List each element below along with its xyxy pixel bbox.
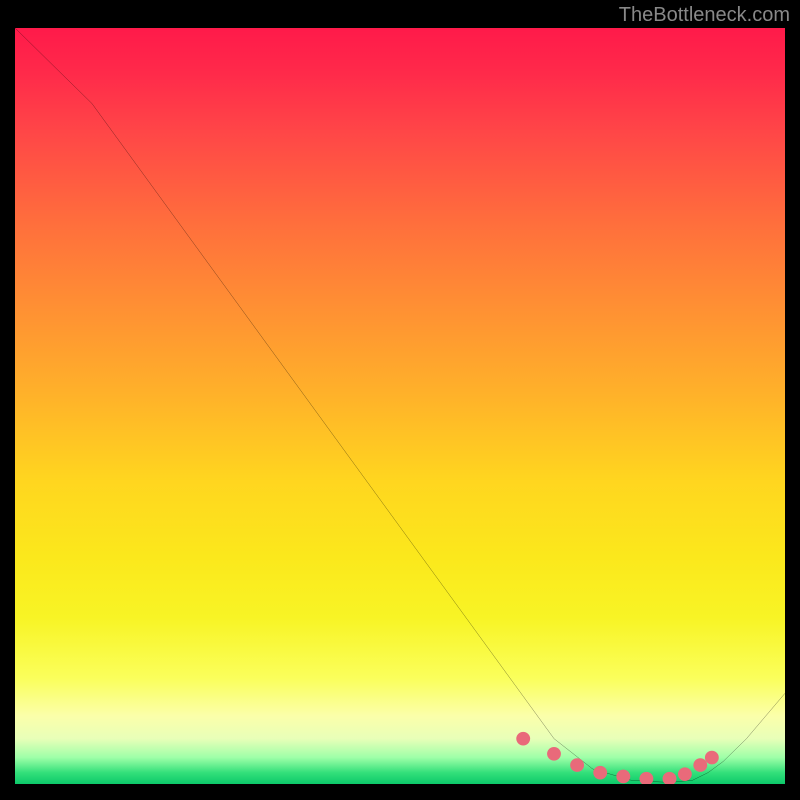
curve-markers — [516, 732, 719, 784]
curve-marker-dot — [547, 747, 561, 761]
bottleneck-curve-line — [15, 28, 785, 782]
curve-marker-dot — [570, 758, 584, 772]
curve-marker-dot — [705, 751, 719, 765]
curve-marker-dot — [693, 758, 707, 772]
curve-marker-dot — [593, 766, 607, 780]
watermark-text: TheBottleneck.com — [619, 4, 790, 27]
curve-marker-dot — [639, 772, 653, 784]
chart-svg — [15, 28, 785, 784]
curve-marker-dot — [678, 767, 692, 781]
curve-marker-dot — [516, 732, 530, 746]
curve-marker-dot — [663, 772, 677, 784]
plot-area — [15, 28, 785, 784]
curve-marker-dot — [616, 770, 630, 784]
